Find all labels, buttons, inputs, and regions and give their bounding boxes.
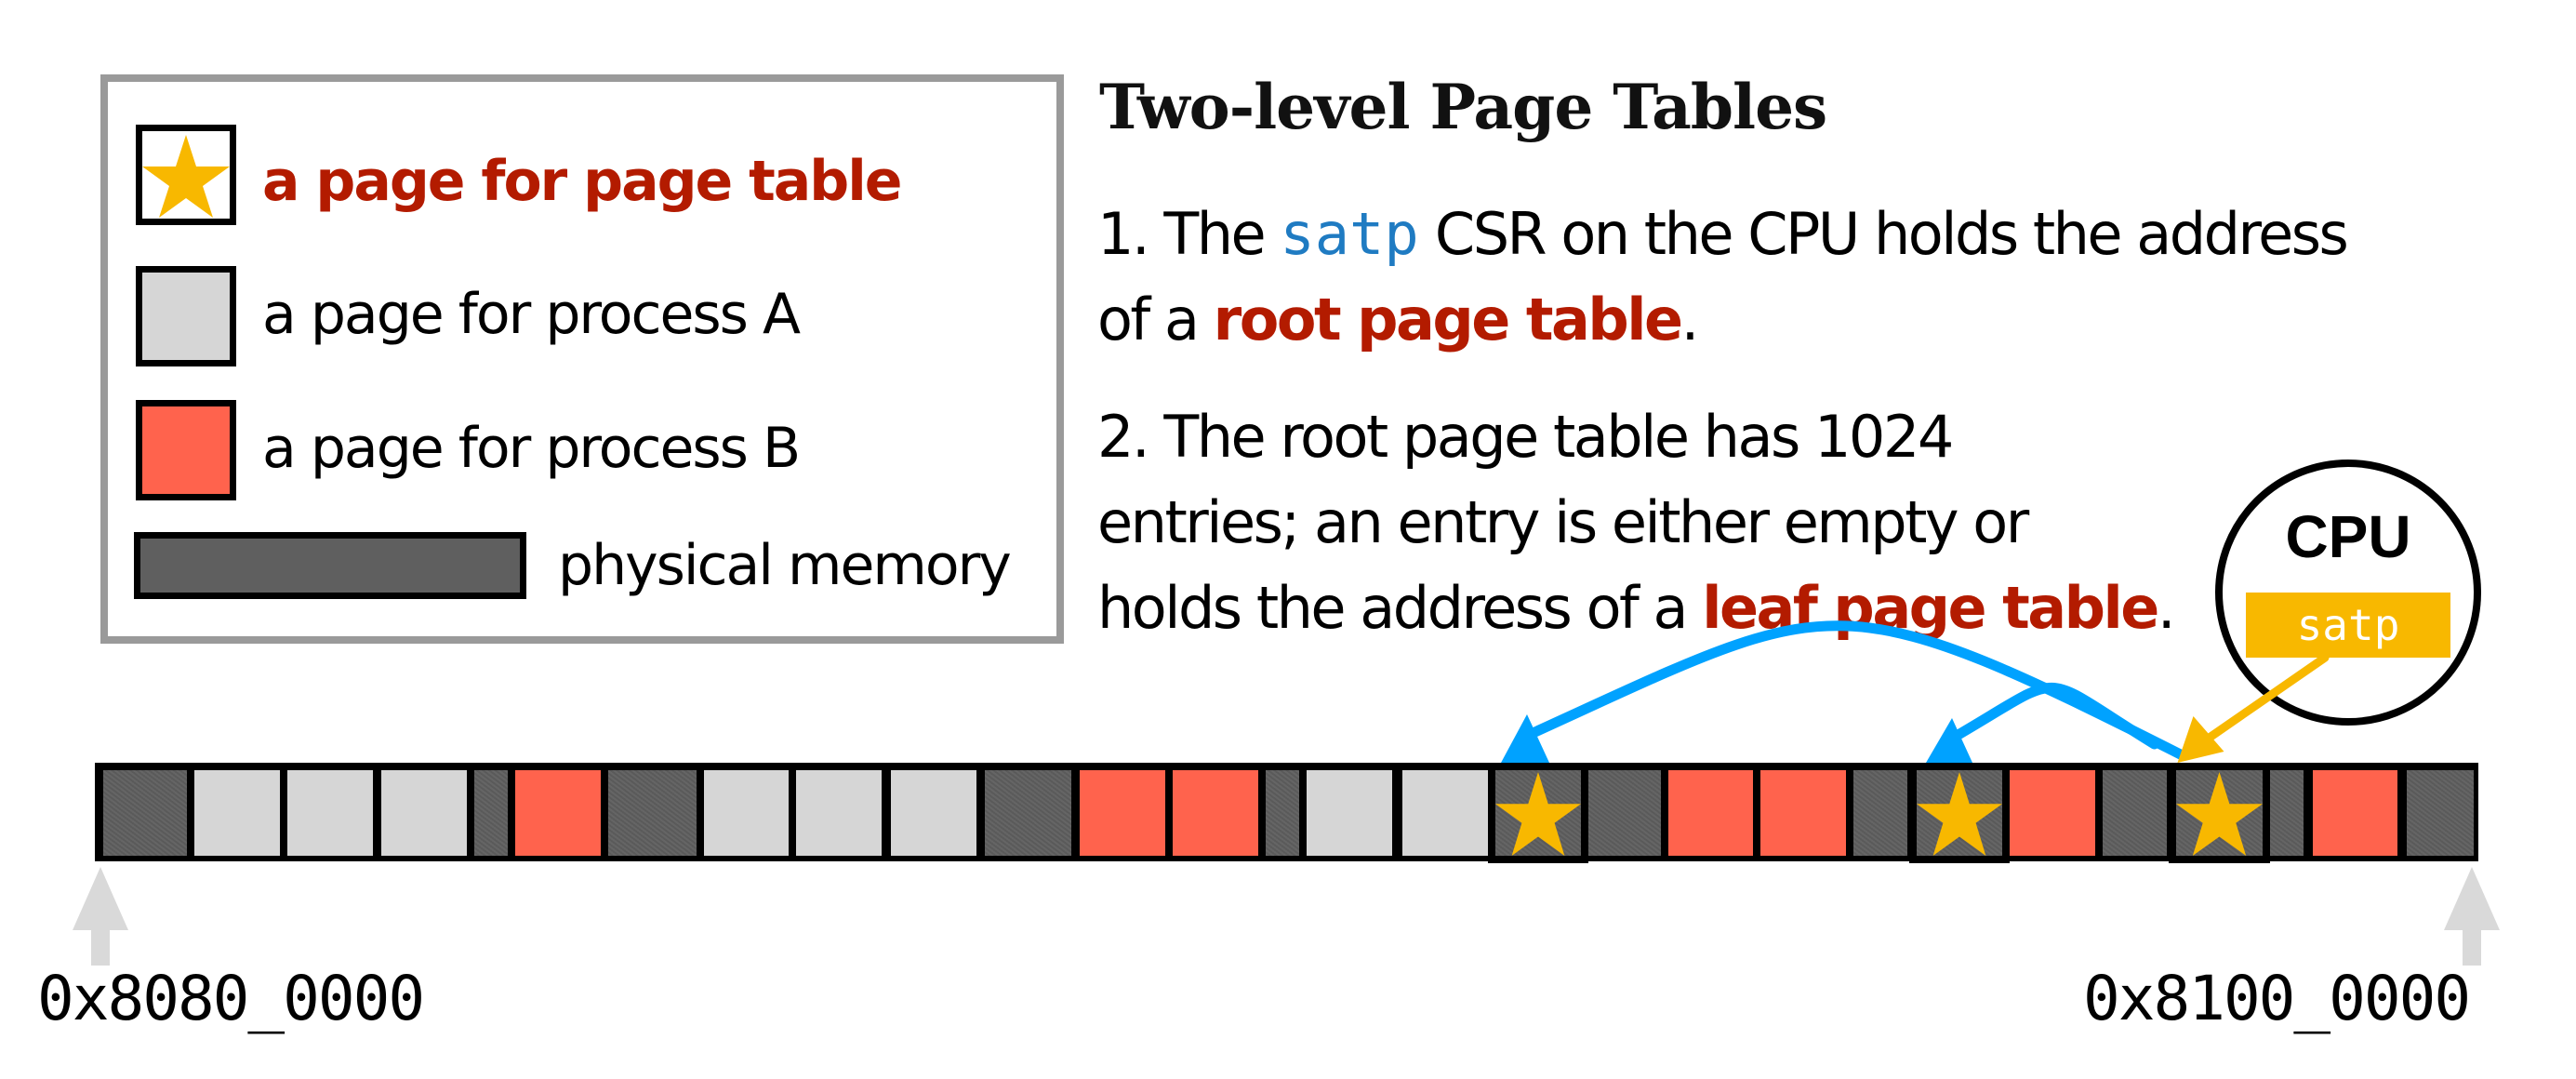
- end-address-arrow-icon: [2444, 867, 2500, 966]
- satp-pointer-arrow: [2198, 653, 2330, 747]
- arrowhead-icon: [1501, 714, 1549, 763]
- arrowhead-icon: [2177, 716, 2224, 763]
- end-address: 0x8100_0000: [2083, 963, 2471, 1034]
- pointer-arrow-to-leaf-1: [1523, 620, 2187, 761]
- start-address: 0x8080_0000: [37, 963, 425, 1034]
- arrows-overlay: [73, 620, 2500, 966]
- start-address-arrow-icon: [73, 867, 128, 966]
